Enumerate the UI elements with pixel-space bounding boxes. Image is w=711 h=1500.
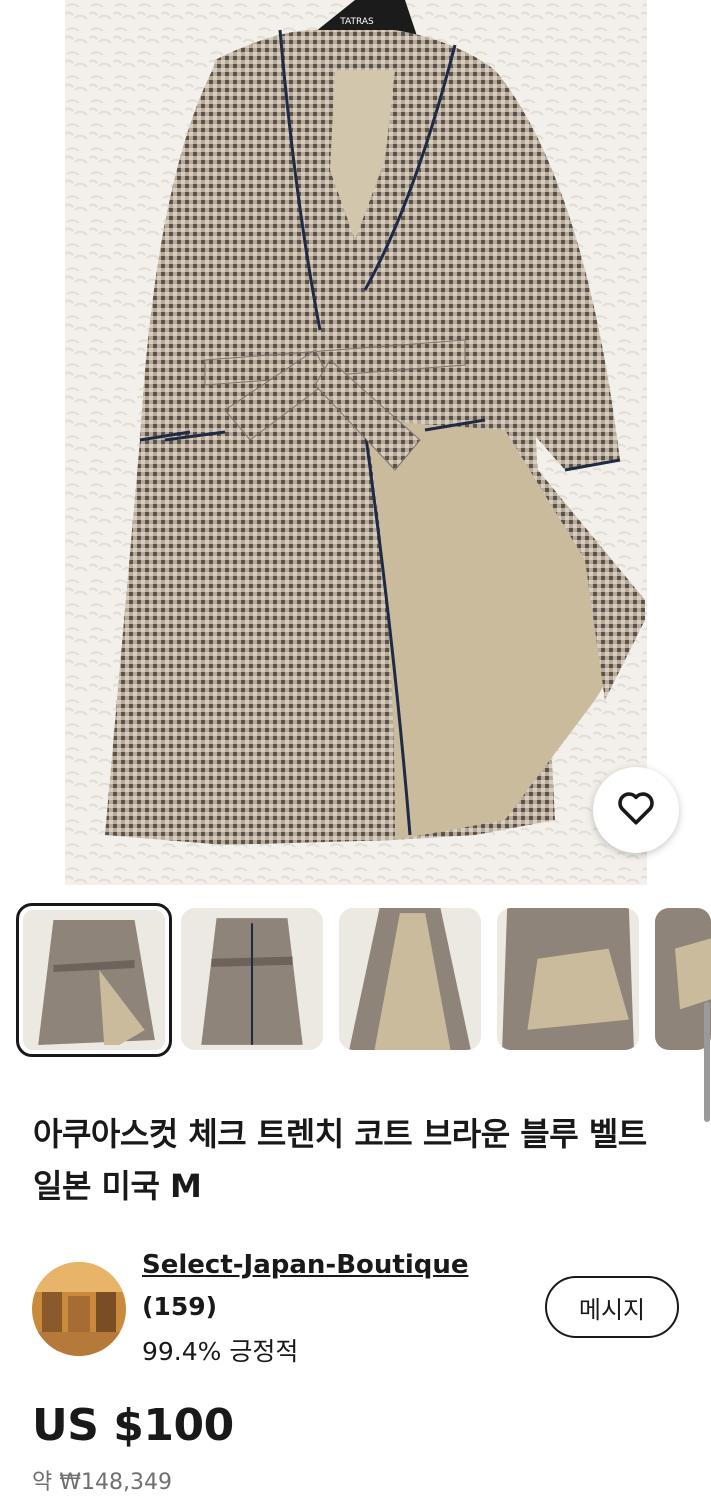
- product-price: US $100: [32, 1400, 234, 1451]
- product-title: 아쿠아스컷 체크 트렌치 코트 브라운 블루 벨트 일본 미국 M: [33, 1115, 647, 1205]
- hanger-brand-text: TATRAS: [339, 17, 374, 27]
- seller-avatar[interactable]: [32, 1262, 126, 1356]
- image-thumbnail-strip[interactable]: [0, 900, 711, 1060]
- seller-feedback-count[interactable]: (159): [142, 1292, 217, 1321]
- main-product-image-area[interactable]: TATRAS: [0, 0, 711, 885]
- thumbnail-1[interactable]: [16, 903, 172, 1057]
- converted-price: 약 ₩148,349: [32, 1470, 172, 1495]
- main-product-image[interactable]: TATRAS: [65, 0, 647, 885]
- seller-positive-feedback: 99.4% 긍정적: [142, 1337, 299, 1366]
- favorite-button[interactable]: [593, 767, 679, 853]
- seller-name-link[interactable]: Select-Japan-Boutique: [142, 1250, 469, 1280]
- message-seller-button[interactable]: 메시지: [545, 1276, 679, 1338]
- thumbnail-4[interactable]: [497, 908, 639, 1050]
- thumbnail-5[interactable]: [655, 908, 711, 1050]
- page-scrollbar[interactable]: [704, 1002, 710, 1122]
- thumbnail-3[interactable]: [339, 908, 481, 1050]
- thumbnail-2[interactable]: [181, 908, 323, 1050]
- heart-outline-icon: [616, 790, 656, 830]
